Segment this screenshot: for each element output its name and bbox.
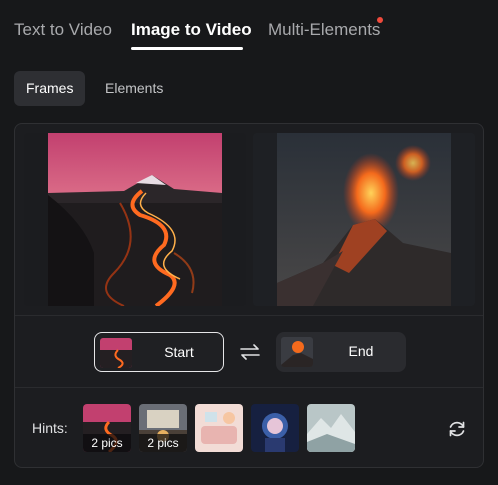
start-label: Start: [164, 344, 194, 360]
end-label: End: [348, 343, 374, 359]
start-thumbnail: [100, 338, 132, 368]
hints-label: Hints:: [32, 420, 68, 436]
hint-badge: 2 pics: [83, 434, 131, 452]
hint-snowy-mountain[interactable]: [307, 404, 355, 452]
end-frame-button[interactable]: End: [276, 332, 406, 372]
subtab-frames[interactable]: Frames: [14, 71, 86, 106]
hint-pastel-room[interactable]: [195, 404, 243, 452]
end-frame-image[interactable]: [253, 133, 475, 306]
divider: [15, 387, 483, 388]
frames-panel: Start End Hints: 2 pics 2 pics: [14, 123, 484, 468]
hint-badge: 2 pics: [139, 434, 187, 452]
erupting-volcano-image: [253, 133, 475, 306]
divider: [15, 315, 483, 316]
hint-cafe-scene[interactable]: 2 pics: [139, 404, 187, 452]
hint-astronaut[interactable]: [251, 404, 299, 452]
subtab-elements[interactable]: Elements: [93, 71, 175, 106]
notification-dot: [377, 17, 383, 23]
active-tab-indicator: [131, 47, 243, 50]
swap-arrows-icon[interactable]: [239, 342, 261, 362]
hint-volcano-lava[interactable]: 2 pics: [83, 404, 131, 452]
end-thumbnail: [281, 337, 313, 367]
tab-multi-elements[interactable]: Multi-Elements: [268, 20, 380, 40]
tab-text-to-video[interactable]: Text to Video: [14, 20, 112, 40]
lava-river-image: [24, 133, 246, 306]
start-frame-button[interactable]: Start: [94, 332, 224, 372]
refresh-icon[interactable]: [447, 419, 467, 439]
start-frame-image[interactable]: [24, 133, 246, 306]
tab-image-to-video[interactable]: Image to Video: [131, 20, 252, 40]
